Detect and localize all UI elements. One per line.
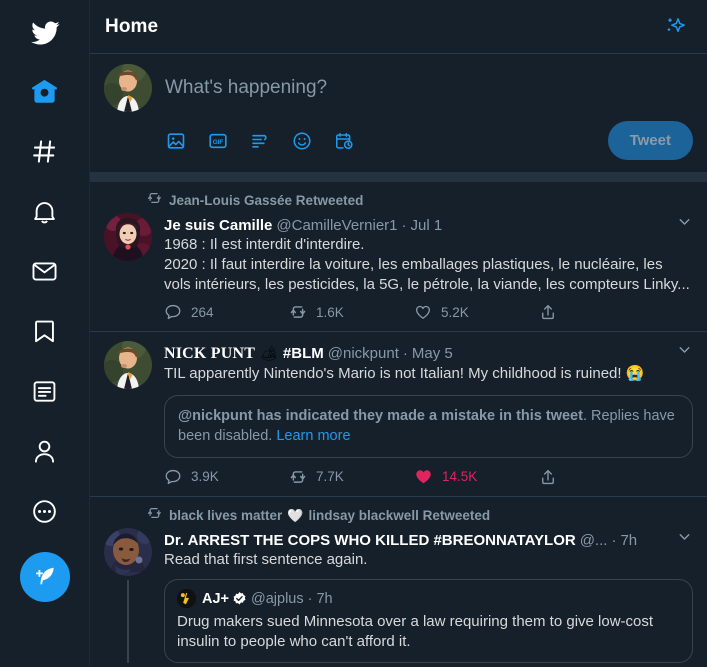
quoted-handle: @ajplus (251, 590, 304, 607)
sidebar-item-notifications[interactable] (20, 186, 70, 236)
avatar[interactable] (104, 341, 152, 390)
tweet-actions: 3.9K 7.7K 14.5K (164, 467, 594, 486)
like-count: 5.2K (441, 304, 469, 320)
tweet-item[interactable]: NICK PUNT 🏕 #BLM @nickpunt · May 5 TIL a… (90, 332, 707, 498)
timestamp[interactable]: 7h (620, 532, 637, 549)
retweet-context-label-post: lindsay blackwell Retweeted (308, 508, 491, 524)
tweet-author-row: Dr. ARREST THE COPS WHO KILLED #BREONNAT… (164, 528, 693, 549)
like-count: 14.5K (442, 469, 478, 485)
verified-badge-icon (232, 591, 247, 606)
reply-action[interactable]: 264 (164, 303, 289, 321)
quoted-display-name: AJ+ (202, 590, 230, 607)
tweet-item[interactable]: Jean-Louis Gassée Retweeted Je suis Cami… (90, 182, 707, 333)
sidebar-item-home[interactable] (20, 66, 70, 116)
avatar[interactable] (104, 213, 152, 261)
image-icon[interactable] (165, 130, 187, 152)
quoted-tweet-text: Drug makers sued Minnesota over a law re… (177, 613, 654, 651)
tweet-author-row: NICK PUNT 🏕 #BLM @nickpunt · May 5 (164, 341, 693, 363)
poll-icon[interactable] (249, 130, 271, 152)
tweet-submit-button[interactable]: Tweet (607, 121, 693, 160)
compose-tweet-button[interactable] (19, 552, 70, 602)
timeline: Jean-Louis Gassée Retweeted Je suis Cami… (90, 182, 707, 667)
separator-dot: · (401, 217, 407, 234)
like-action[interactable]: 5.2K (414, 303, 539, 321)
avatar[interactable] (104, 528, 152, 577)
retweet-context: black lives matter 🤍 lindsay blackwell R… (104, 506, 693, 525)
chevron-down-icon[interactable] (666, 213, 693, 234)
quoted-tweet-author-row: AJ+ @ajplus · 7h (177, 589, 680, 609)
reply-count: 264 (191, 304, 214, 320)
retweet-context-label-pre: black lives matter (169, 508, 283, 524)
tweet-item[interactable]: black lives matter 🤍 lindsay blackwell R… (90, 497, 707, 667)
tweet-text: 1968 : Il est interdit d'interdire. 2020… (164, 236, 690, 293)
tweet-text: TIL apparently Nintendo's Mario is not I… (164, 365, 645, 383)
primary-navigation (0, 0, 90, 667)
page-header: Home (90, 0, 707, 54)
separator-dot: · (307, 590, 313, 607)
like-action[interactable]: 14.5K (414, 467, 539, 486)
retweet-icon (148, 191, 162, 210)
compose-box: What's happening? GIF Tweet (90, 54, 707, 182)
timestamp[interactable]: Jul 1 (411, 217, 443, 234)
retweet-count: 7.7K (316, 469, 344, 485)
quoted-timestamp: 7h (316, 590, 333, 607)
reply-count: 3.9K (191, 469, 219, 485)
display-name-suffix[interactable]: #BLM (283, 345, 324, 362)
emoji-icon[interactable] (291, 130, 313, 152)
twitter-logo-icon[interactable] (20, 8, 70, 58)
compose-toolbar: GIF (165, 130, 355, 152)
separator-dot: · (402, 345, 408, 363)
white-heart-emoji: 🤍 (287, 507, 304, 523)
retweet-context-label: Jean-Louis Gassée Retweeted (169, 193, 364, 208)
handle[interactable]: @nickpunt (328, 345, 399, 362)
handle[interactable]: @... (580, 532, 608, 549)
tent-emoji: 🏕 (260, 345, 278, 362)
page-title: Home (105, 15, 159, 37)
retweet-count: 1.6K (316, 304, 344, 320)
svg-text:GIF: GIF (213, 138, 224, 145)
share-action[interactable] (539, 303, 557, 321)
compose-avatar[interactable] (104, 64, 152, 112)
notice-bold-text: @nickpunt has indicated they made a mist… (178, 408, 583, 425)
retweet-action[interactable]: 1.6K (289, 303, 414, 321)
schedule-icon[interactable] (333, 130, 355, 152)
quoted-tweet[interactable]: AJ+ @ajplus · 7h Drug makers sued Minnes… (164, 579, 693, 663)
display-name[interactable]: Dr. ARREST THE COPS WHO KILLED #BREONNAT… (164, 532, 576, 549)
share-action[interactable] (539, 468, 557, 486)
sidebar-item-lists[interactable] (20, 366, 70, 416)
retweet-context: Jean-Louis Gassée Retweeted (104, 191, 693, 210)
chevron-down-icon[interactable] (666, 341, 693, 362)
gif-icon[interactable]: GIF (207, 130, 229, 152)
sidebar-item-messages[interactable] (20, 246, 70, 296)
display-name[interactable]: NICK PUNT (164, 345, 255, 363)
timestamp[interactable]: May 5 (412, 345, 453, 362)
quoted-avatar (177, 589, 196, 609)
reply-action[interactable]: 3.9K (164, 468, 289, 486)
sidebar-item-explore[interactable] (20, 126, 70, 176)
display-name[interactable]: Je suis Camille (164, 217, 272, 234)
tweet-notice: @nickpunt has indicated they made a mist… (164, 395, 693, 459)
tweet-text: Read that first sentence again. (164, 551, 368, 569)
learn-more-link[interactable]: Learn more (276, 428, 350, 444)
compose-input[interactable]: What's happening? (165, 68, 693, 121)
chevron-down-icon[interactable] (666, 528, 693, 549)
thread-connector (127, 580, 129, 663)
sparkle-icon[interactable] (658, 10, 692, 44)
handle[interactable]: @CamilleVernier1 (276, 217, 397, 234)
main-column: Home What's happening? GIF Tweet Jean-Lo… (90, 0, 707, 667)
separator-dot: · (611, 532, 617, 550)
sidebar-item-profile[interactable] (20, 426, 70, 476)
retweet-action[interactable]: 7.7K (289, 468, 414, 486)
tweet-actions: 264 1.6K 5.2K (164, 303, 594, 321)
sidebar-item-more[interactable] (20, 486, 70, 536)
twitter-app: Home What's happening? GIF Tweet Jean-Lo… (0, 0, 707, 667)
sidebar-item-bookmarks[interactable] (20, 306, 70, 356)
retweet-icon (148, 506, 162, 525)
tweet-author-row: Je suis Camille @CamilleVernier1 · Jul 1 (164, 213, 693, 234)
